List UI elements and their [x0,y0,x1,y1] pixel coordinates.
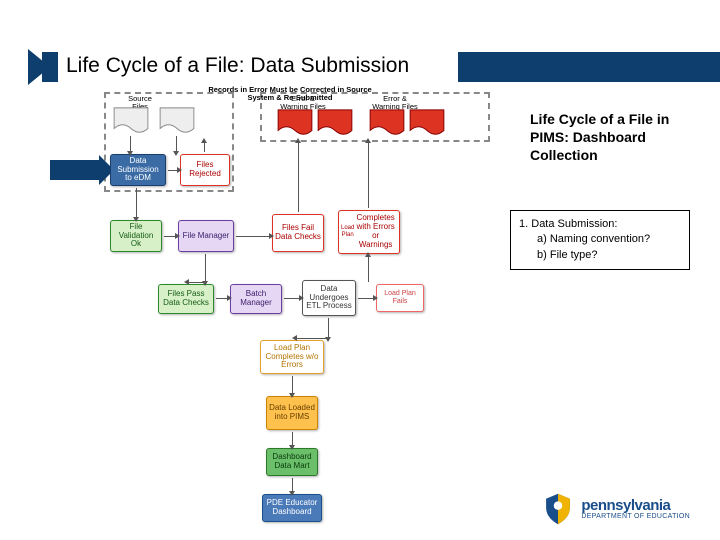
connector [136,188,137,218]
label: Load Plan [341,225,354,238]
connector [292,376,293,394]
label: Data Submission: [531,218,617,230]
label: Naming convention? [550,233,650,245]
node-validation-ok: File Validation Ok [110,220,162,252]
connector [328,318,329,338]
connector [204,142,205,152]
connector [358,298,374,299]
node-completes-ew: Load PlanCompletes with Errors or Warnin… [338,210,400,254]
node-file-manager: File Manager [178,220,234,252]
connector [205,254,206,282]
node-fail-checks: Files Fail Data Checks [272,214,324,252]
doc-icon [408,108,446,138]
doc-icon [368,108,406,138]
shield-icon [541,492,575,526]
connector [236,236,270,237]
node-data-submission: Data Submission to eDM [110,154,166,186]
connector [368,256,369,282]
node-data-mart: Dashboard Data Mart [266,448,318,476]
connector [188,282,205,283]
doc-icon [316,108,354,138]
node-dashboard: PDE Educator Dashboard [262,494,322,522]
side-step-box: 1. Data Submission: a) Naming convention… [510,210,690,270]
connector [298,142,299,212]
node-lp-ok: Load Plan Completes w/o Errors [260,340,324,374]
flowchart: Source Files Records in Error Must be Co… [80,92,500,522]
connector [216,298,228,299]
node-pass-checks: Files Pass Data Checks [158,284,214,314]
node-loaded: Data Loaded into PIMS [266,396,318,430]
connector [368,142,369,208]
node-batch-manager: Batch Manager [230,284,282,314]
side-heading: Life Cycle of a File in PIMS: Dashboard … [530,110,690,165]
connector [168,170,178,171]
logo-dept: DEPARTMENT OF EDUCATION [581,513,690,520]
doc-icon [112,106,150,136]
page-title: Life Cycle of a File: Data Submission [66,54,409,78]
label: a) [537,233,547,245]
connector [296,338,328,339]
label: b) [537,249,547,261]
label: File type? [550,249,598,261]
connector [176,136,177,152]
connector [292,432,293,446]
connector [130,136,131,152]
label: Completes with Errors or Warnings [354,214,397,249]
node-etl: Data Undergoes ETL Process [302,280,356,316]
node-files-rejected: Files Rejected [180,154,230,186]
connector [292,478,293,492]
logo-name: pennsylvania [581,498,690,513]
entry-arrow-icon [50,160,100,180]
label: 1. [519,218,528,230]
doc-icon [158,106,196,136]
connector [164,236,176,237]
doc-icon [276,108,314,138]
pa-logo: pennsylvania DEPARTMENT OF EDUCATION [541,492,690,526]
node-lp-fails: Load Plan Fails [376,284,424,312]
connector [284,298,300,299]
